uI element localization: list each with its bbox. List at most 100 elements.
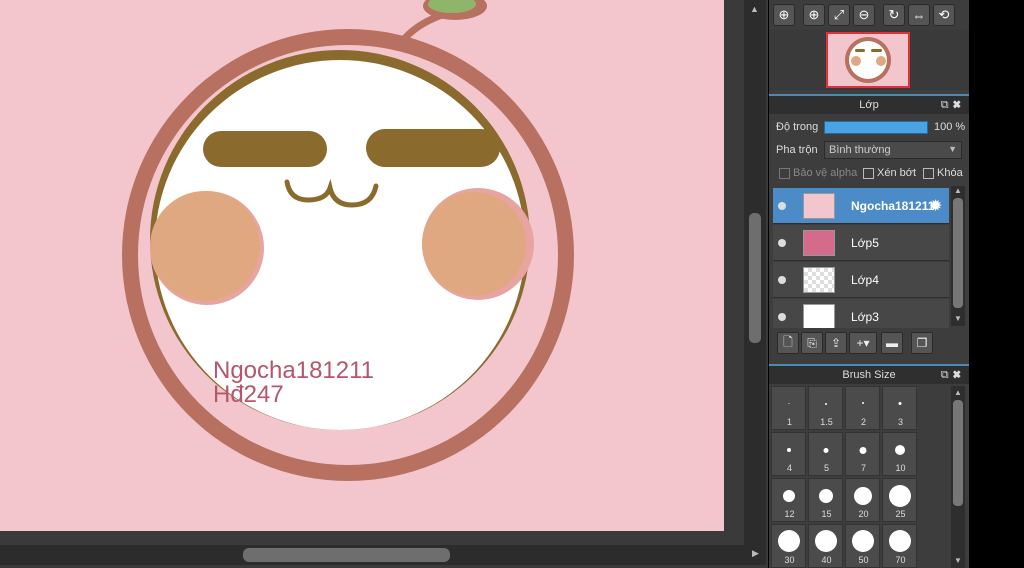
- visibility-icon[interactable]: [778, 239, 786, 247]
- brush-size-cell[interactable]: 15: [808, 478, 843, 522]
- brush-size-cell[interactable]: 12: [771, 478, 806, 522]
- brush-panel-title: Brush Size: [842, 369, 896, 381]
- brush-size-panel: Brush Size ⧉✖ 1 1.5 2 3 4 5 7 10 12 15 2…: [769, 364, 969, 568]
- clipping-checkbox[interactable]: [863, 168, 874, 179]
- artwork: [122, 0, 574, 481]
- layer-thumbnail: [803, 267, 835, 293]
- zoom-out-icon[interactable]: ⊖: [853, 4, 875, 26]
- brush-size-label: 30: [784, 555, 795, 565]
- zoom-in-icon[interactable]: ⊕: [773, 4, 795, 26]
- brush-panel-header: Brush Size ⧉✖: [769, 364, 969, 384]
- brush-size-label: 15: [821, 509, 832, 519]
- drawing-canvas[interactable]: Ngocha181211 Hđ247: [0, 0, 724, 531]
- new-layer-icon[interactable]: 🗋: [777, 332, 799, 354]
- layer-thumbnail: [803, 304, 835, 328]
- close-icon[interactable]: ✖: [953, 99, 965, 111]
- folder-icon[interactable]: ▬: [881, 332, 903, 354]
- layer-list: Ngocha181211 ✹ Lớp5 Lớp4 Lớp3: [773, 188, 949, 328]
- brush-size-label: 70: [895, 555, 906, 565]
- opacity-slider[interactable]: [824, 121, 928, 134]
- duplicate-icon[interactable]: ❐: [911, 332, 933, 354]
- add-layer-menu-icon[interactable]: +▾: [849, 332, 877, 354]
- lock-checkbox[interactable]: [923, 168, 934, 179]
- brush-size-cell[interactable]: 2: [845, 386, 880, 430]
- opacity-row: Độ trong 100 %: [769, 116, 969, 138]
- horizontal-scroll-thumb[interactable]: [243, 548, 450, 562]
- popout-icon[interactable]: ⧉: [941, 99, 953, 111]
- gear-icon[interactable]: ✹: [929, 196, 942, 216]
- brush-size-label: 1: [786, 417, 792, 427]
- signature-text-line2: Hđ247: [213, 381, 284, 408]
- scroll-down-icon[interactable]: ▼: [954, 314, 962, 323]
- brush-size-label: 2: [860, 417, 866, 427]
- blend-row: Pha trộn Bình thường ▼: [769, 139, 969, 161]
- brush-size-label: 50: [858, 555, 869, 565]
- brush-size-cell[interactable]: 50: [845, 524, 880, 568]
- lock-label: Khóa: [937, 167, 963, 179]
- brush-size-grid: 1 1.5 2 3 4 5 7 10 12 15 20 25 30 40 50 …: [771, 386, 947, 568]
- brush-size-cell[interactable]: 1.5: [808, 386, 843, 430]
- vertical-scroll-thumb[interactable]: [749, 213, 761, 343]
- visibility-icon[interactable]: [778, 313, 786, 321]
- layer-thumbnail: [803, 230, 835, 256]
- brush-size-cell[interactable]: 20: [845, 478, 880, 522]
- reset-rotate-icon[interactable]: ⟲: [933, 4, 955, 26]
- brush-size-cell[interactable]: 70: [882, 524, 917, 568]
- scroll-right-icon[interactable]: ▶: [752, 548, 759, 559]
- brush-size-cell[interactable]: 3: [882, 386, 917, 430]
- scroll-up-icon[interactable]: ▲: [750, 4, 759, 14]
- protect-alpha-label: Bảo vệ alpha: [793, 167, 858, 179]
- layer-scroll-thumb[interactable]: [953, 198, 963, 308]
- blend-mode-select[interactable]: Bình thường ▼: [824, 141, 962, 159]
- scroll-up-icon[interactable]: ▲: [954, 186, 962, 195]
- scroll-down-icon[interactable]: ▼: [954, 556, 962, 565]
- brush-size-cell[interactable]: 10: [882, 432, 917, 476]
- flip-icon[interactable]: ⇔: [908, 4, 930, 26]
- opacity-label: Độ trong: [776, 121, 819, 133]
- canvas-horizontal-scrollbar[interactable]: ▶: [0, 545, 766, 565]
- rotate-icon[interactable]: ↻: [883, 4, 905, 26]
- canvas-vertical-scrollbar[interactable]: ▲: [744, 0, 766, 548]
- brush-size-cell[interactable]: 30: [771, 524, 806, 568]
- fit-icon[interactable]: ⤢: [828, 4, 850, 26]
- layer-item[interactable]: Lớp4: [773, 262, 949, 298]
- brush-scroll-thumb[interactable]: [953, 400, 963, 506]
- brush-size-label: 7: [860, 463, 866, 473]
- navigator-toolbar: ⊕ ⊕ ⤢ ⊖ ↻ ⇔ ⟲: [769, 4, 969, 28]
- popout-icon[interactable]: ⧉: [941, 369, 953, 381]
- chevron-down-icon: ▼: [948, 144, 957, 154]
- blend-label: Pha trộn: [776, 144, 818, 156]
- brush-size-cell[interactable]: 5: [808, 432, 843, 476]
- layer-thumbnail: [803, 193, 835, 219]
- layer-item[interactable]: Lớp3: [773, 299, 949, 328]
- copy-layer-icon[interactable]: ⎘: [801, 332, 823, 354]
- navigator-preview[interactable]: [769, 30, 969, 90]
- navigator-thumbnail[interactable]: [826, 32, 910, 88]
- brush-size-label: 10: [895, 463, 906, 473]
- visibility-icon[interactable]: [778, 202, 786, 210]
- brush-size-cell[interactable]: 40: [808, 524, 843, 568]
- brush-size-label: 20: [858, 509, 869, 519]
- right-panel: ⊕ ⊕ ⤢ ⊖ ↻ ⇔ ⟲ Lớp ⧉✖ Độ trong 100 % Pha …: [769, 0, 969, 568]
- layer-panel-title: Lớp: [859, 99, 879, 111]
- brush-size-label: 4: [786, 463, 792, 473]
- close-icon[interactable]: ✖: [953, 369, 965, 381]
- import-layer-icon[interactable]: ⇪: [825, 332, 847, 354]
- scroll-up-icon[interactable]: ▲: [954, 388, 962, 397]
- layer-name: Ngocha181211: [851, 199, 935, 213]
- brush-panel-scrollbar[interactable]: ▲ ▼: [951, 386, 965, 568]
- layer-list-scrollbar[interactable]: ▲ ▼: [951, 186, 965, 326]
- zoom-in-2-icon[interactable]: ⊕: [803, 4, 825, 26]
- brush-size-cell[interactable]: 1: [771, 386, 806, 430]
- brush-size-label: 1.5: [820, 417, 833, 427]
- layer-name: Lớp3: [851, 310, 879, 324]
- brush-size-cell[interactable]: 7: [845, 432, 880, 476]
- protect-alpha-checkbox[interactable]: [779, 168, 790, 179]
- layer-item[interactable]: Lớp5: [773, 225, 949, 261]
- layer-toolbar: 🗋 ⎘ ⇪ +▾ ▬ ❐: [773, 332, 965, 356]
- brush-size-cell[interactable]: 25: [882, 478, 917, 522]
- layer-item[interactable]: Ngocha181211 ✹: [773, 188, 949, 224]
- brush-size-cell[interactable]: 4: [771, 432, 806, 476]
- visibility-icon[interactable]: [778, 276, 786, 284]
- opacity-value: 100 %: [934, 121, 966, 133]
